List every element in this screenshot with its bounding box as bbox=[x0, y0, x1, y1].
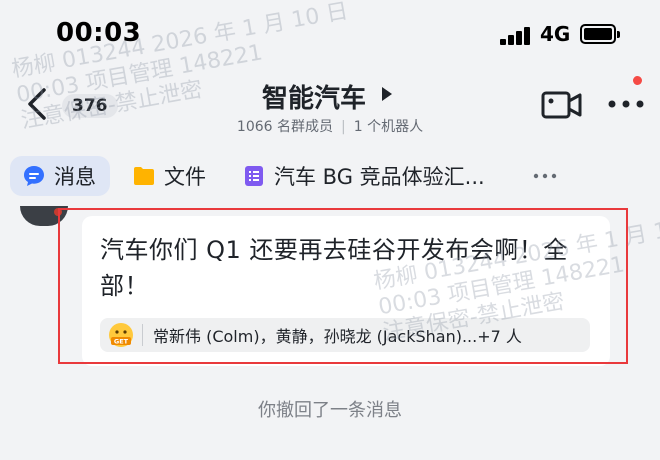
group-meta: 1066 名群成员 | 1 个机器人 bbox=[200, 116, 460, 136]
tabs-more-icon[interactable] bbox=[530, 164, 560, 188]
recall-notice: 你撤回了一条消息 bbox=[258, 400, 402, 421]
status-bar: 00:03 4G bbox=[0, 0, 660, 70]
network-type: 4G bbox=[540, 22, 571, 46]
battery-icon bbox=[580, 24, 620, 44]
folder-icon bbox=[132, 164, 156, 188]
tab-files-label: 文件 bbox=[164, 165, 206, 189]
chat-tabs: 消息 文件 汽车 BG 竞品体验汇... bbox=[0, 150, 660, 202]
emoji-label: GET bbox=[114, 338, 129, 346]
back-arrow-icon[interactable] bbox=[24, 86, 52, 122]
status-time: 00:03 bbox=[56, 18, 142, 48]
group-title[interactable]: 智能汽车 bbox=[262, 78, 366, 115]
caret-right-icon[interactable] bbox=[380, 84, 394, 104]
mention-list[interactable]: GET 常新伟 (Colm)，黄静，孙晓龙 (JackShan)...+7 人 bbox=[100, 318, 590, 352]
mention-divider bbox=[142, 324, 143, 346]
bot-count: 1 个机器人 bbox=[353, 119, 424, 135]
video-call-icon[interactable] bbox=[540, 88, 584, 122]
message-bubble[interactable]: 汽车你们 Q1 还要再去硅谷开发布会啊！全部！ GET 常新伟 (Colm)，黄… bbox=[82, 216, 610, 366]
sender-avatar[interactable] bbox=[20, 206, 68, 226]
chat-header: 376 智能汽车 1066 名群成员 | 1 个机器人 bbox=[0, 70, 660, 140]
doc-list-icon bbox=[242, 164, 266, 188]
meta-divider: | bbox=[341, 119, 346, 135]
tab-messages[interactable]: 消息 bbox=[10, 156, 110, 196]
more-options-icon[interactable] bbox=[604, 96, 648, 112]
tab-messages-label: 消息 bbox=[54, 165, 96, 189]
signal-icon bbox=[500, 27, 534, 45]
chat-bubble-icon bbox=[22, 164, 46, 188]
member-count: 1066 名群成员 bbox=[236, 119, 333, 135]
get-emoji-icon: GET bbox=[108, 322, 134, 348]
message-text: 汽车你们 Q1 还要再去硅谷开发布会啊！全部！ bbox=[100, 236, 568, 300]
notification-dot bbox=[633, 76, 642, 85]
tab-doc-label: 汽车 BG 竞品体验汇... bbox=[274, 165, 485, 189]
mention-names: 常新伟 (Colm)，黄静，孙晓龙 (JackShan)...+7 人 bbox=[153, 327, 522, 346]
tab-doc[interactable]: 汽车 BG 竞品体验汇... bbox=[242, 156, 485, 196]
tab-files[interactable]: 文件 bbox=[132, 156, 206, 196]
unread-count-badge[interactable]: 376 bbox=[62, 94, 118, 118]
